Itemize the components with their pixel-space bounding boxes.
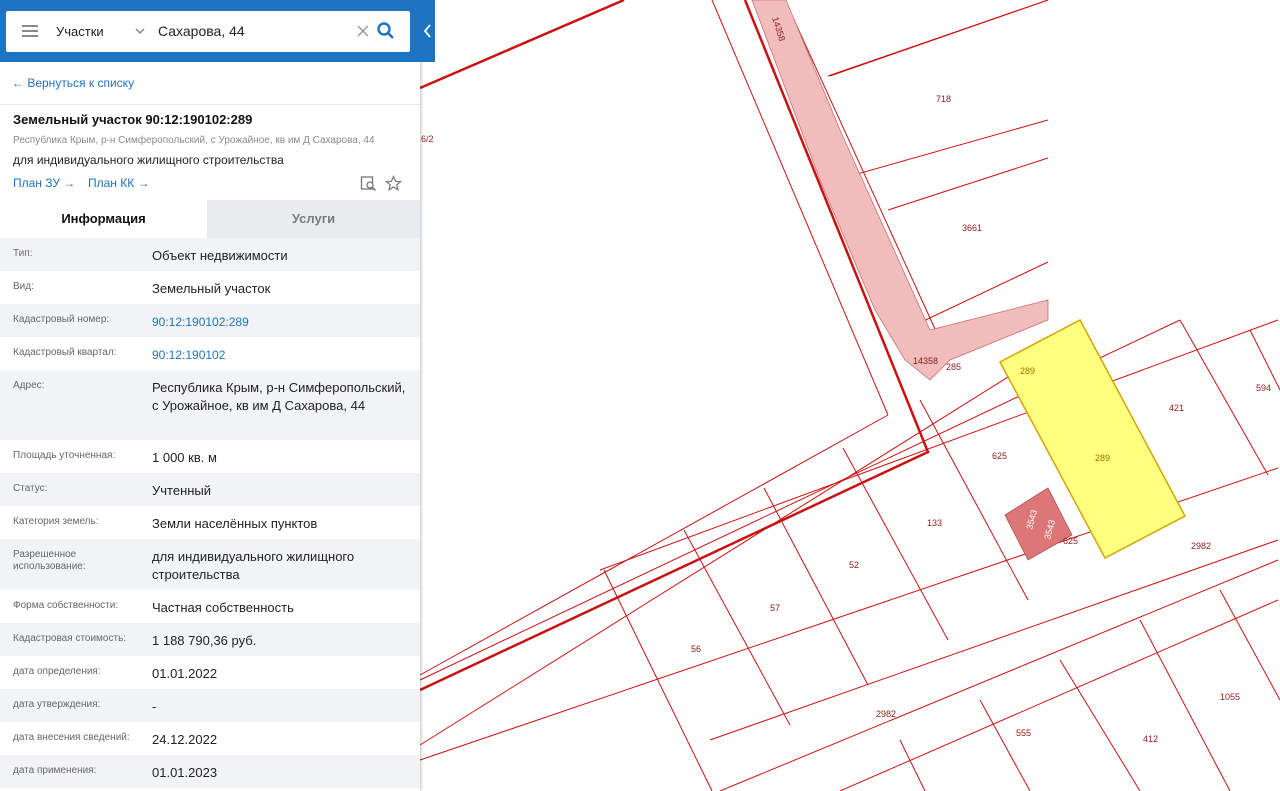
info-row-kind: Вид: Земельный участок	[0, 271, 420, 304]
map-label-289-center: 289	[1095, 453, 1110, 463]
collapse-panel-button[interactable]	[420, 0, 435, 62]
map-label-421: 421	[1169, 403, 1184, 413]
search-input[interactable]: Сахарова, 44	[158, 11, 245, 52]
divider	[0, 104, 420, 105]
back-to-list-link[interactable]: ← Вернуться к списку	[12, 76, 134, 90]
info-value: 01.01.2023	[152, 765, 218, 780]
chevron-down-icon[interactable]	[134, 25, 146, 37]
map-label-285: 285	[946, 362, 961, 372]
info-row-date-determined: дата определения: 01.01.2022	[0, 656, 420, 689]
top-bar: Участки Сахарова, 44	[0, 0, 420, 62]
info-row-cadastral-value: Кадастровая стоимость: 1 188 790,36 руб.	[0, 623, 420, 656]
search-box: Участки Сахарова, 44	[6, 11, 410, 52]
info-label: Вид:	[13, 281, 34, 292]
info-label: Кадастровый квартал:	[13, 347, 117, 358]
info-value: Частная собственность	[152, 600, 294, 615]
tabs: Информация Услуги	[0, 200, 420, 238]
map-label-2982-a: 2982	[1191, 541, 1211, 551]
info-row-cadastral-number: Кадастровый номер: 90:12:190102:289	[0, 304, 420, 337]
info-value: для индивидуального жилищного строительс…	[152, 549, 355, 582]
info-panel: Участки Сахарова, 44 ← Вернуться к списк…	[0, 0, 420, 791]
map-label-road-14358: 14358	[913, 356, 938, 366]
info-row-date-entered: дата внесения сведений: 24.12.2022	[0, 722, 420, 755]
info-value: 01.01.2022	[152, 666, 218, 681]
map-label-625: 625	[992, 451, 1007, 461]
info-label: Адрес:	[13, 380, 45, 391]
chevron-left-icon	[423, 24, 431, 38]
layer-select[interactable]: Участки	[56, 11, 104, 52]
map-label-555: 555	[1016, 728, 1031, 738]
info-row-land-category: Категория земель: Земли населённых пункт…	[0, 506, 420, 539]
plan-kk-link[interactable]: План КК →	[88, 176, 150, 190]
info-row-permitted-use: Разрешенное использование: для индивидуа…	[0, 539, 420, 590]
info-row-date-applied: дата применения: 01.01.2023	[0, 755, 420, 788]
map-label-2982-b: 2982	[876, 709, 896, 719]
map-label-57: 57	[770, 603, 780, 613]
info-value: 24.12.2022	[152, 732, 218, 747]
info-row-status: Статус: Учтенный	[0, 473, 420, 506]
tab-services[interactable]: Услуги	[207, 200, 420, 238]
map-label-1055: 1055	[1220, 692, 1240, 702]
info-row-cadastral-quarter: Кадастровый квартал: 90:12:190102	[0, 337, 420, 370]
cadastral-number-link[interactable]: 90:12:190102:289	[152, 313, 414, 331]
object-purpose: для индивидуального жилищного строительс…	[13, 153, 284, 167]
info-label: Форма собственности:	[13, 600, 119, 611]
search-icon[interactable]	[376, 21, 396, 41]
map-label-56: 56	[691, 644, 701, 654]
map-label-412: 412	[1143, 734, 1158, 744]
tab-information[interactable]: Информация	[0, 200, 207, 238]
info-value: 1 000 кв. м	[152, 450, 217, 465]
info-value: Республика Крым, р-н Симферопольский, с …	[152, 380, 406, 413]
info-row-type: Тип: Объект недвижимости	[0, 238, 420, 271]
map-label-3661: 3661	[962, 223, 982, 233]
info-label: Кадастровая стоимость:	[13, 633, 127, 644]
map-label-52: 52	[849, 560, 859, 570]
info-label: Тип:	[13, 248, 33, 259]
info-label: дата утверждения:	[13, 699, 101, 710]
map-label-289-corner: 289	[1020, 366, 1035, 376]
info-row-area: Площадь уточненная: 1 000 кв. м	[0, 440, 420, 473]
info-label: Категория земель:	[13, 516, 99, 527]
info-value: Земли населённых пунктов	[152, 516, 318, 531]
map-label-625-b: 625	[1063, 536, 1078, 546]
info-label: Площадь уточненная:	[13, 450, 116, 461]
map-label-594: 594	[1256, 383, 1271, 393]
object-address: Республика Крым, р-н Симферопольский, с …	[13, 135, 375, 146]
info-value: -	[152, 699, 157, 714]
object-title: Земельный участок 90:12:190102:289	[13, 112, 253, 127]
info-value: 1 188 790,36 руб.	[152, 633, 257, 648]
clear-icon[interactable]	[356, 24, 370, 38]
info-value: Учтенный	[152, 483, 212, 498]
info-label: дата определения:	[13, 666, 101, 677]
info-row-address: Адрес: Республика Крым, р-н Симферопольс…	[0, 370, 420, 440]
star-icon[interactable]	[385, 175, 402, 192]
plan-zu-link[interactable]: План ЗУ →	[13, 176, 75, 190]
info-row-date-approved: дата утверждения: -	[0, 689, 420, 722]
info-label: Разрешенное использование:	[13, 549, 86, 572]
menu-icon[interactable]	[22, 25, 38, 37]
map-label-6-2: 6/2	[421, 134, 434, 144]
info-label: Кадастровый номер:	[13, 314, 110, 325]
find-on-map-icon[interactable]	[360, 175, 377, 192]
info-row-ownership: Форма собственности: Частная собственнос…	[0, 590, 420, 623]
info-label: дата применения:	[13, 765, 97, 776]
info-value: Объект недвижимости	[152, 248, 288, 263]
info-label: Статус:	[13, 483, 48, 494]
info-table: Тип: Объект недвижимости Вид: Земельный …	[0, 238, 420, 788]
map-label-718: 718	[936, 94, 951, 104]
cadastral-quarter-link[interactable]: 90:12:190102	[152, 346, 414, 364]
map-label-133: 133	[927, 518, 942, 528]
info-label: дата внесения сведений:	[13, 732, 130, 743]
info-value: Земельный участок	[152, 281, 271, 296]
